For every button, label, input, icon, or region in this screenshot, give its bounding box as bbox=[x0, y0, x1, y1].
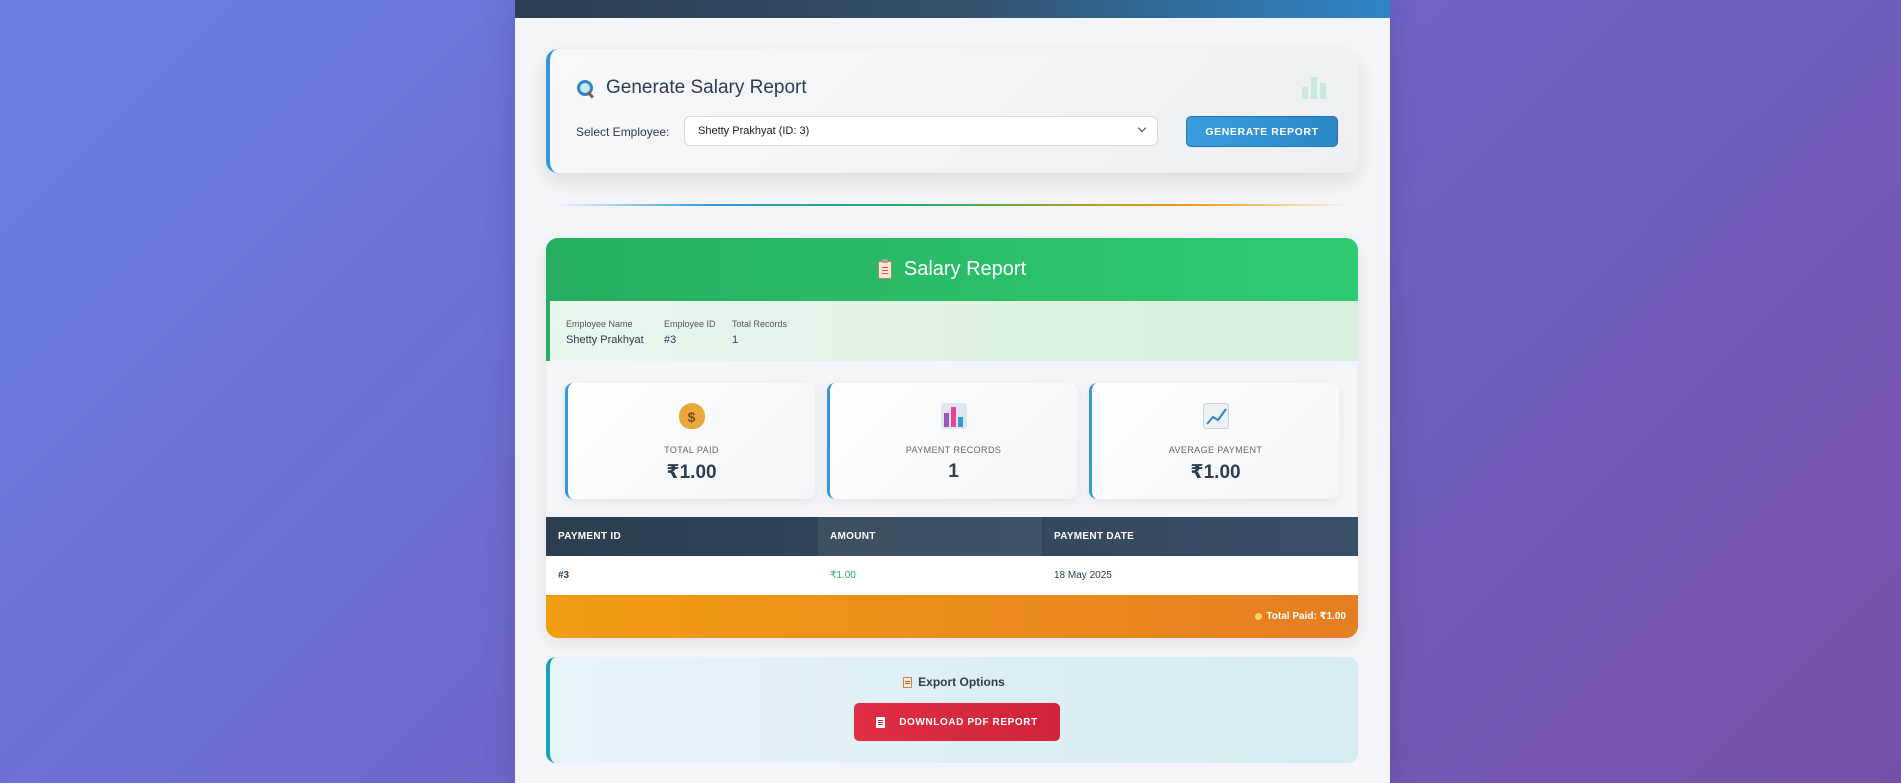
coin-icon bbox=[1255, 613, 1263, 620]
stat-card-average-payment: AVERAGE PAYMENT ₹1.00 bbox=[1089, 383, 1339, 499]
employee-id-block: Employee ID #3 bbox=[664, 319, 716, 346]
stat-label: TOTAL PAID bbox=[664, 445, 719, 455]
download-pdf-button[interactable]: DOWNLOAD PDF REPORT bbox=[854, 703, 1060, 741]
total-paid-text: Total Paid: ₹1.00 bbox=[1266, 611, 1346, 622]
total-paid-footer: Total Paid: ₹1.00 bbox=[546, 595, 1358, 638]
chevron-down-icon bbox=[1137, 123, 1147, 133]
clipboard-icon bbox=[877, 258, 892, 279]
export-options-heading: Export Options bbox=[550, 675, 1358, 689]
total-records-block: Total Records 1 bbox=[732, 319, 787, 346]
main-container: Generate Salary Report Select Employee: … bbox=[515, 0, 1390, 783]
column-header-payment-id: PAYMENT ID bbox=[558, 531, 622, 542]
magnifier-icon bbox=[576, 79, 595, 99]
report-title: Salary Report bbox=[903, 258, 1027, 280]
bar-chart-icon bbox=[940, 403, 967, 429]
cell-amount: ₹1.00 bbox=[830, 570, 856, 581]
stat-value: 1 bbox=[948, 461, 959, 482]
stat-value: ₹1.00 bbox=[1190, 462, 1241, 483]
top-header-bar bbox=[515, 0, 1390, 18]
money-bag-icon bbox=[678, 403, 705, 429]
export-options-card: Export Options DOWNLOAD PDF REPORT bbox=[546, 657, 1358, 763]
employee-name-value: Shetty Prakhyat bbox=[566, 334, 644, 346]
stat-card-payment-records: PAYMENT RECORDS 1 bbox=[827, 383, 1077, 499]
employee-id-label: Employee ID bbox=[664, 319, 716, 329]
cell-payment-id: #3 bbox=[558, 570, 570, 581]
download-pdf-label: DOWNLOAD PDF REPORT bbox=[899, 716, 1038, 728]
column-header-payment-date: PAYMENT DATE bbox=[1054, 531, 1135, 542]
total-records-label: Total Records bbox=[732, 319, 788, 329]
report-header: Salary Report bbox=[546, 238, 1358, 301]
export-options-title: Export Options bbox=[918, 675, 1005, 689]
cell-payment-date: 18 May 2025 bbox=[1054, 570, 1112, 581]
employee-name-block: Employee Name Shetty Prakhyat bbox=[566, 319, 644, 346]
generate-report-card: Generate Salary Report Select Employee: … bbox=[546, 49, 1358, 173]
section-divider bbox=[552, 204, 1352, 206]
stat-label: AVERAGE PAYMENT bbox=[1168, 445, 1263, 455]
document-icon bbox=[876, 716, 886, 728]
generate-report-button[interactable]: GENERATE REPORT bbox=[1186, 116, 1338, 147]
employee-select-value: Shetty Prakhyat (ID: 3) bbox=[698, 125, 810, 137]
clipboard-icon bbox=[903, 676, 913, 688]
column-header-amount: AMOUNT bbox=[818, 517, 1042, 556]
payments-table-header: PAYMENT ID AMOUNT PAYMENT DATE bbox=[546, 517, 1358, 556]
total-records-value: 1 bbox=[732, 334, 739, 346]
select-employee-label: Select Employee: bbox=[576, 125, 670, 139]
generate-report-heading: Generate Salary Report bbox=[576, 75, 807, 101]
salary-report-card: Salary Report Employee Name Shetty Prakh… bbox=[546, 238, 1358, 638]
generate-report-title: Generate Salary Report bbox=[606, 77, 807, 98]
chart-decoration-icon bbox=[1302, 71, 1330, 99]
table-row: #3 ₹1.00 18 May 2025 bbox=[546, 556, 1358, 595]
employee-id-value: #3 bbox=[664, 334, 677, 346]
stat-label: PAYMENT RECORDS bbox=[905, 445, 1002, 455]
trend-chart-icon bbox=[1202, 403, 1229, 429]
employee-select[interactable]: Shetty Prakhyat (ID: 3) bbox=[684, 116, 1158, 146]
employee-info-strip: Employee Name Shetty Prakhyat Employee I… bbox=[546, 301, 1358, 361]
employee-name-label: Employee Name bbox=[566, 319, 633, 329]
stat-value: ₹1.00 bbox=[666, 462, 717, 483]
stat-card-total-paid: TOTAL PAID ₹1.00 bbox=[565, 383, 815, 499]
